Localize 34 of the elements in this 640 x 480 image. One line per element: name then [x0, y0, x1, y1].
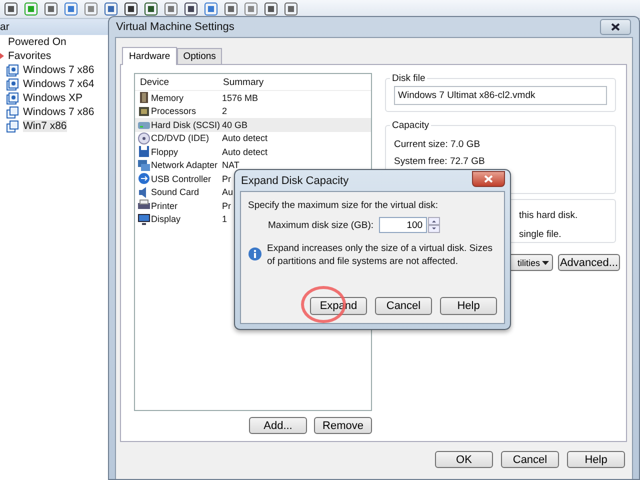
sidebar-header: ar: [0, 19, 108, 35]
prompt-text: Specify the maximum size for the virtual disk:: [248, 200, 440, 211]
device-name: Memory: [151, 92, 184, 103]
device-name: Printer: [151, 200, 178, 211]
device-summary: Auto detect: [222, 146, 268, 157]
device-summary: Auto detect: [222, 133, 268, 144]
device-name: Sound Card: [151, 187, 200, 198]
device-name: Display: [151, 214, 181, 224]
device-summary: Au: [222, 187, 234, 198]
device-name: USB Controller: [151, 174, 212, 184]
device-name: Hard Disk (SCSI): [151, 120, 220, 130]
device-summary: Pr: [222, 174, 231, 184]
device-summary: 40 GB: [222, 120, 248, 130]
capacity-text: System free: 72.7 GB: [394, 155, 486, 169]
dialog-title: Expand Disk Capacity: [241, 174, 349, 186]
info-text: this hard disk.: [519, 209, 579, 223]
group-label: Capacity: [391, 119, 430, 133]
window-title: Virtual Machine Settings: [116, 21, 234, 33]
device-summary: NAT: [222, 160, 240, 170]
device-name: CD/DVD (IDE): [151, 133, 209, 144]
device-summary: 1576 MB: [222, 92, 258, 103]
info-text: single file.: [519, 228, 562, 242]
column-header: Device: [139, 76, 170, 88]
device-summary: 2: [222, 106, 228, 116]
device-name: Floppy: [151, 146, 178, 157]
capacity-text: Current size: 7.0 GB: [394, 138, 482, 152]
device-name: Processors: [151, 106, 196, 116]
device-summary: Pr: [222, 200, 231, 211]
info-text: Expand increases only the size of a virtual disk. Sizes of partitions and file systems are not affected.: [267, 242, 494, 268]
column-header: Summary: [222, 76, 264, 88]
size-label: Maximum disk size (GB):: [268, 220, 374, 230]
device-name: Network Adapter: [151, 160, 218, 170]
group-label: Disk file: [391, 73, 426, 84]
device-summary: 1: [222, 214, 228, 224]
